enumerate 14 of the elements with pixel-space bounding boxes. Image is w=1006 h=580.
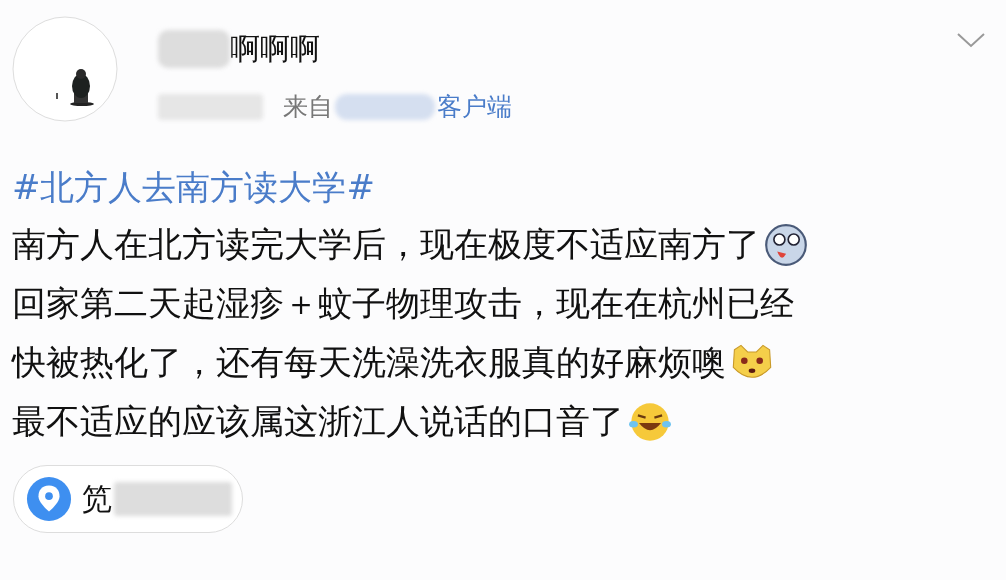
chevron-down-icon[interactable]: [956, 32, 986, 48]
location-tag[interactable]: 笕: [13, 465, 243, 533]
post-text: 最不适应的应该属这浙江人说话的口音了: [12, 399, 624, 443]
post-text: 南方人在北方读完大学后，现在极度不适应南方了: [12, 222, 760, 266]
location-text: 笕: [82, 479, 112, 518]
source-client-link[interactable]: 客户端: [437, 90, 512, 123]
location-pin-icon: [26, 476, 72, 522]
post-text: 回家第二天起湿疹＋蚊子物理攻击，现在在杭州已经: [12, 281, 794, 325]
user-name[interactable]: 啊啊啊: [230, 28, 320, 70]
dog-emoji-icon: [764, 222, 808, 267]
source-label: 来自: [283, 91, 333, 123]
blurred-area: [158, 30, 230, 68]
post-text: 快被热化了，还有每天洗澡洗衣服真的好麻烦噢: [12, 340, 726, 384]
hashtag-link[interactable]: #北方人去南方读大学#: [12, 163, 1006, 211]
